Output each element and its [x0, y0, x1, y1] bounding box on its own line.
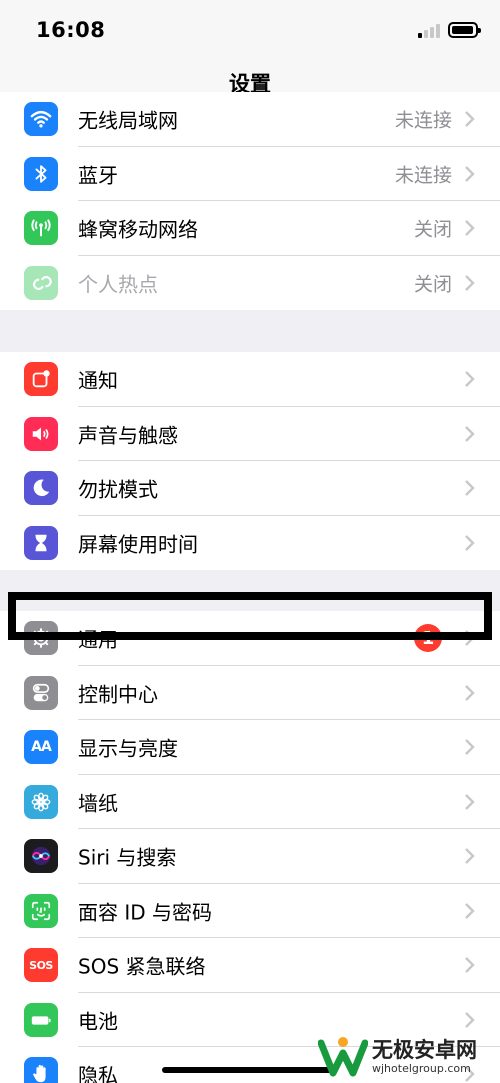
- siri-icon: [24, 839, 58, 874]
- text-size-icon: AA: [24, 730, 58, 765]
- settings-row-notifications[interactable]: 通知: [0, 352, 500, 407]
- chevron-right-icon: [465, 793, 475, 810]
- wifi-icon: [24, 102, 58, 137]
- settings-row-label: 通知: [78, 368, 118, 393]
- chevron-right-icon: [465, 1011, 475, 1028]
- chevron-right-icon: [465, 274, 475, 291]
- battery-icon: [24, 1002, 58, 1037]
- settings-row-label: 墙纸: [78, 791, 118, 816]
- chevron-right-icon: [465, 739, 475, 756]
- icon-text: SOS: [29, 958, 53, 972]
- notifications-icon: [24, 362, 58, 397]
- chevron-right-icon: [465, 630, 475, 647]
- settings-row-label: 勿扰模式: [78, 477, 158, 502]
- settings-row-wallpaper[interactable]: 墙纸: [0, 775, 500, 829]
- chevron-right-icon: [465, 534, 475, 551]
- settings-row-siri[interactable]: Siri 与搜索: [0, 829, 500, 884]
- chevron-right-icon: [465, 165, 475, 182]
- face-id-icon: [24, 893, 58, 928]
- chevron-right-icon: [465, 848, 475, 865]
- hotspot-icon: [24, 265, 58, 300]
- moon-icon: [24, 471, 58, 506]
- speaker-icon: [24, 416, 58, 451]
- settings-row-cellular[interactable]: 蜂窝移动网络 关闭: [0, 201, 500, 256]
- chevron-right-icon: [465, 684, 475, 701]
- settings-row-value: 未连接: [394, 164, 452, 187]
- chevron-right-icon: [465, 111, 475, 128]
- chevron-right-icon: [465, 957, 475, 974]
- sos-icon: SOS: [24, 948, 58, 983]
- general-group: 通用 1 控制中心 AA 显示与亮度 墙纸 Siri 与搜索 面容 ID 与密码…: [0, 611, 500, 1083]
- cellular-icon: [24, 211, 58, 246]
- notification-badge: 1: [414, 624, 442, 653]
- settings-row-emergency-sos[interactable]: SOS SOS 紧急联络: [0, 938, 500, 993]
- settings-row-value: 关闭: [413, 218, 452, 241]
- settings-row-label: 显示与亮度: [78, 736, 178, 761]
- settings-row-label: Siri 与搜索: [78, 845, 177, 870]
- watermark-name: 无极安卓网: [372, 1037, 477, 1062]
- watermark-logo-icon: [318, 1036, 368, 1076]
- watermark-url: wjhotelgroup.com: [372, 1061, 471, 1075]
- settings-row-label: 蜂窝移动网络: [78, 217, 198, 242]
- settings-row-label: SOS 紧急联络: [78, 954, 206, 979]
- settings-row-label: 声音与触感: [78, 423, 178, 448]
- gear-icon: [24, 621, 58, 656]
- home-indicator[interactable]: [162, 1067, 336, 1073]
- settings-row-face-id[interactable]: 面容 ID 与密码: [0, 884, 500, 938]
- chevron-right-icon: [465, 902, 475, 919]
- settings-row-screen-time[interactable]: 屏幕使用时间: [0, 516, 500, 571]
- notifications-group: 通知 声音与触感 勿扰模式 屏幕使用时间: [0, 352, 500, 570]
- chevron-right-icon: [465, 220, 475, 237]
- settings-row-label: 屏幕使用时间: [78, 532, 198, 557]
- settings-row-bluetooth[interactable]: 蓝牙 未连接: [0, 147, 500, 201]
- status-bar: 16:08: [0, 0, 500, 60]
- status-time: 16:08: [36, 18, 106, 42]
- connectivity-group: 无线局域网 未连接 蓝牙 未连接 蜂窝移动网络 关闭 个人热点 关闭: [0, 92, 500, 310]
- icon-text: AA: [31, 739, 52, 756]
- settings-row-do-not-disturb[interactable]: 勿扰模式: [0, 461, 500, 516]
- settings-row-label: 面容 ID 与密码: [78, 900, 213, 925]
- settings-row-general[interactable]: 通用 1: [0, 611, 500, 666]
- settings-row-label: 隐私: [78, 1063, 118, 1083]
- settings-row-label: 电池: [78, 1009, 118, 1034]
- settings-row-display[interactable]: AA 显示与亮度: [0, 720, 500, 775]
- hand-icon: [24, 1057, 58, 1083]
- bluetooth-icon: [24, 156, 58, 191]
- cellular-signal-icon: [418, 24, 442, 38]
- settings-row-wifi[interactable]: 无线局域网 未连接: [0, 92, 500, 147]
- settings-row-value: 未连接: [394, 109, 452, 132]
- flower-icon: [24, 784, 58, 819]
- chevron-right-icon: [465, 425, 475, 442]
- settings-row-sounds[interactable]: 声音与触感: [0, 407, 500, 461]
- settings-row-label: 个人热点: [78, 272, 158, 297]
- settings-row-value: 关闭: [413, 273, 452, 296]
- battery-status-icon: [448, 22, 481, 38]
- watermark: 无极安卓网 wjhotelgroup.com: [318, 1030, 500, 1083]
- chevron-right-icon: [465, 371, 475, 388]
- settings-row-label: 无线局域网: [78, 108, 178, 133]
- settings-row-control-center[interactable]: 控制中心: [0, 666, 500, 720]
- toggles-icon: [24, 675, 58, 710]
- settings-row-hotspot[interactable]: 个人热点 关闭: [0, 256, 500, 311]
- settings-row-label: 蓝牙: [78, 163, 118, 188]
- chevron-right-icon: [465, 480, 475, 497]
- hourglass-icon: [24, 525, 58, 560]
- settings-row-label: 控制中心: [78, 682, 158, 707]
- settings-row-label: 通用: [78, 627, 118, 652]
